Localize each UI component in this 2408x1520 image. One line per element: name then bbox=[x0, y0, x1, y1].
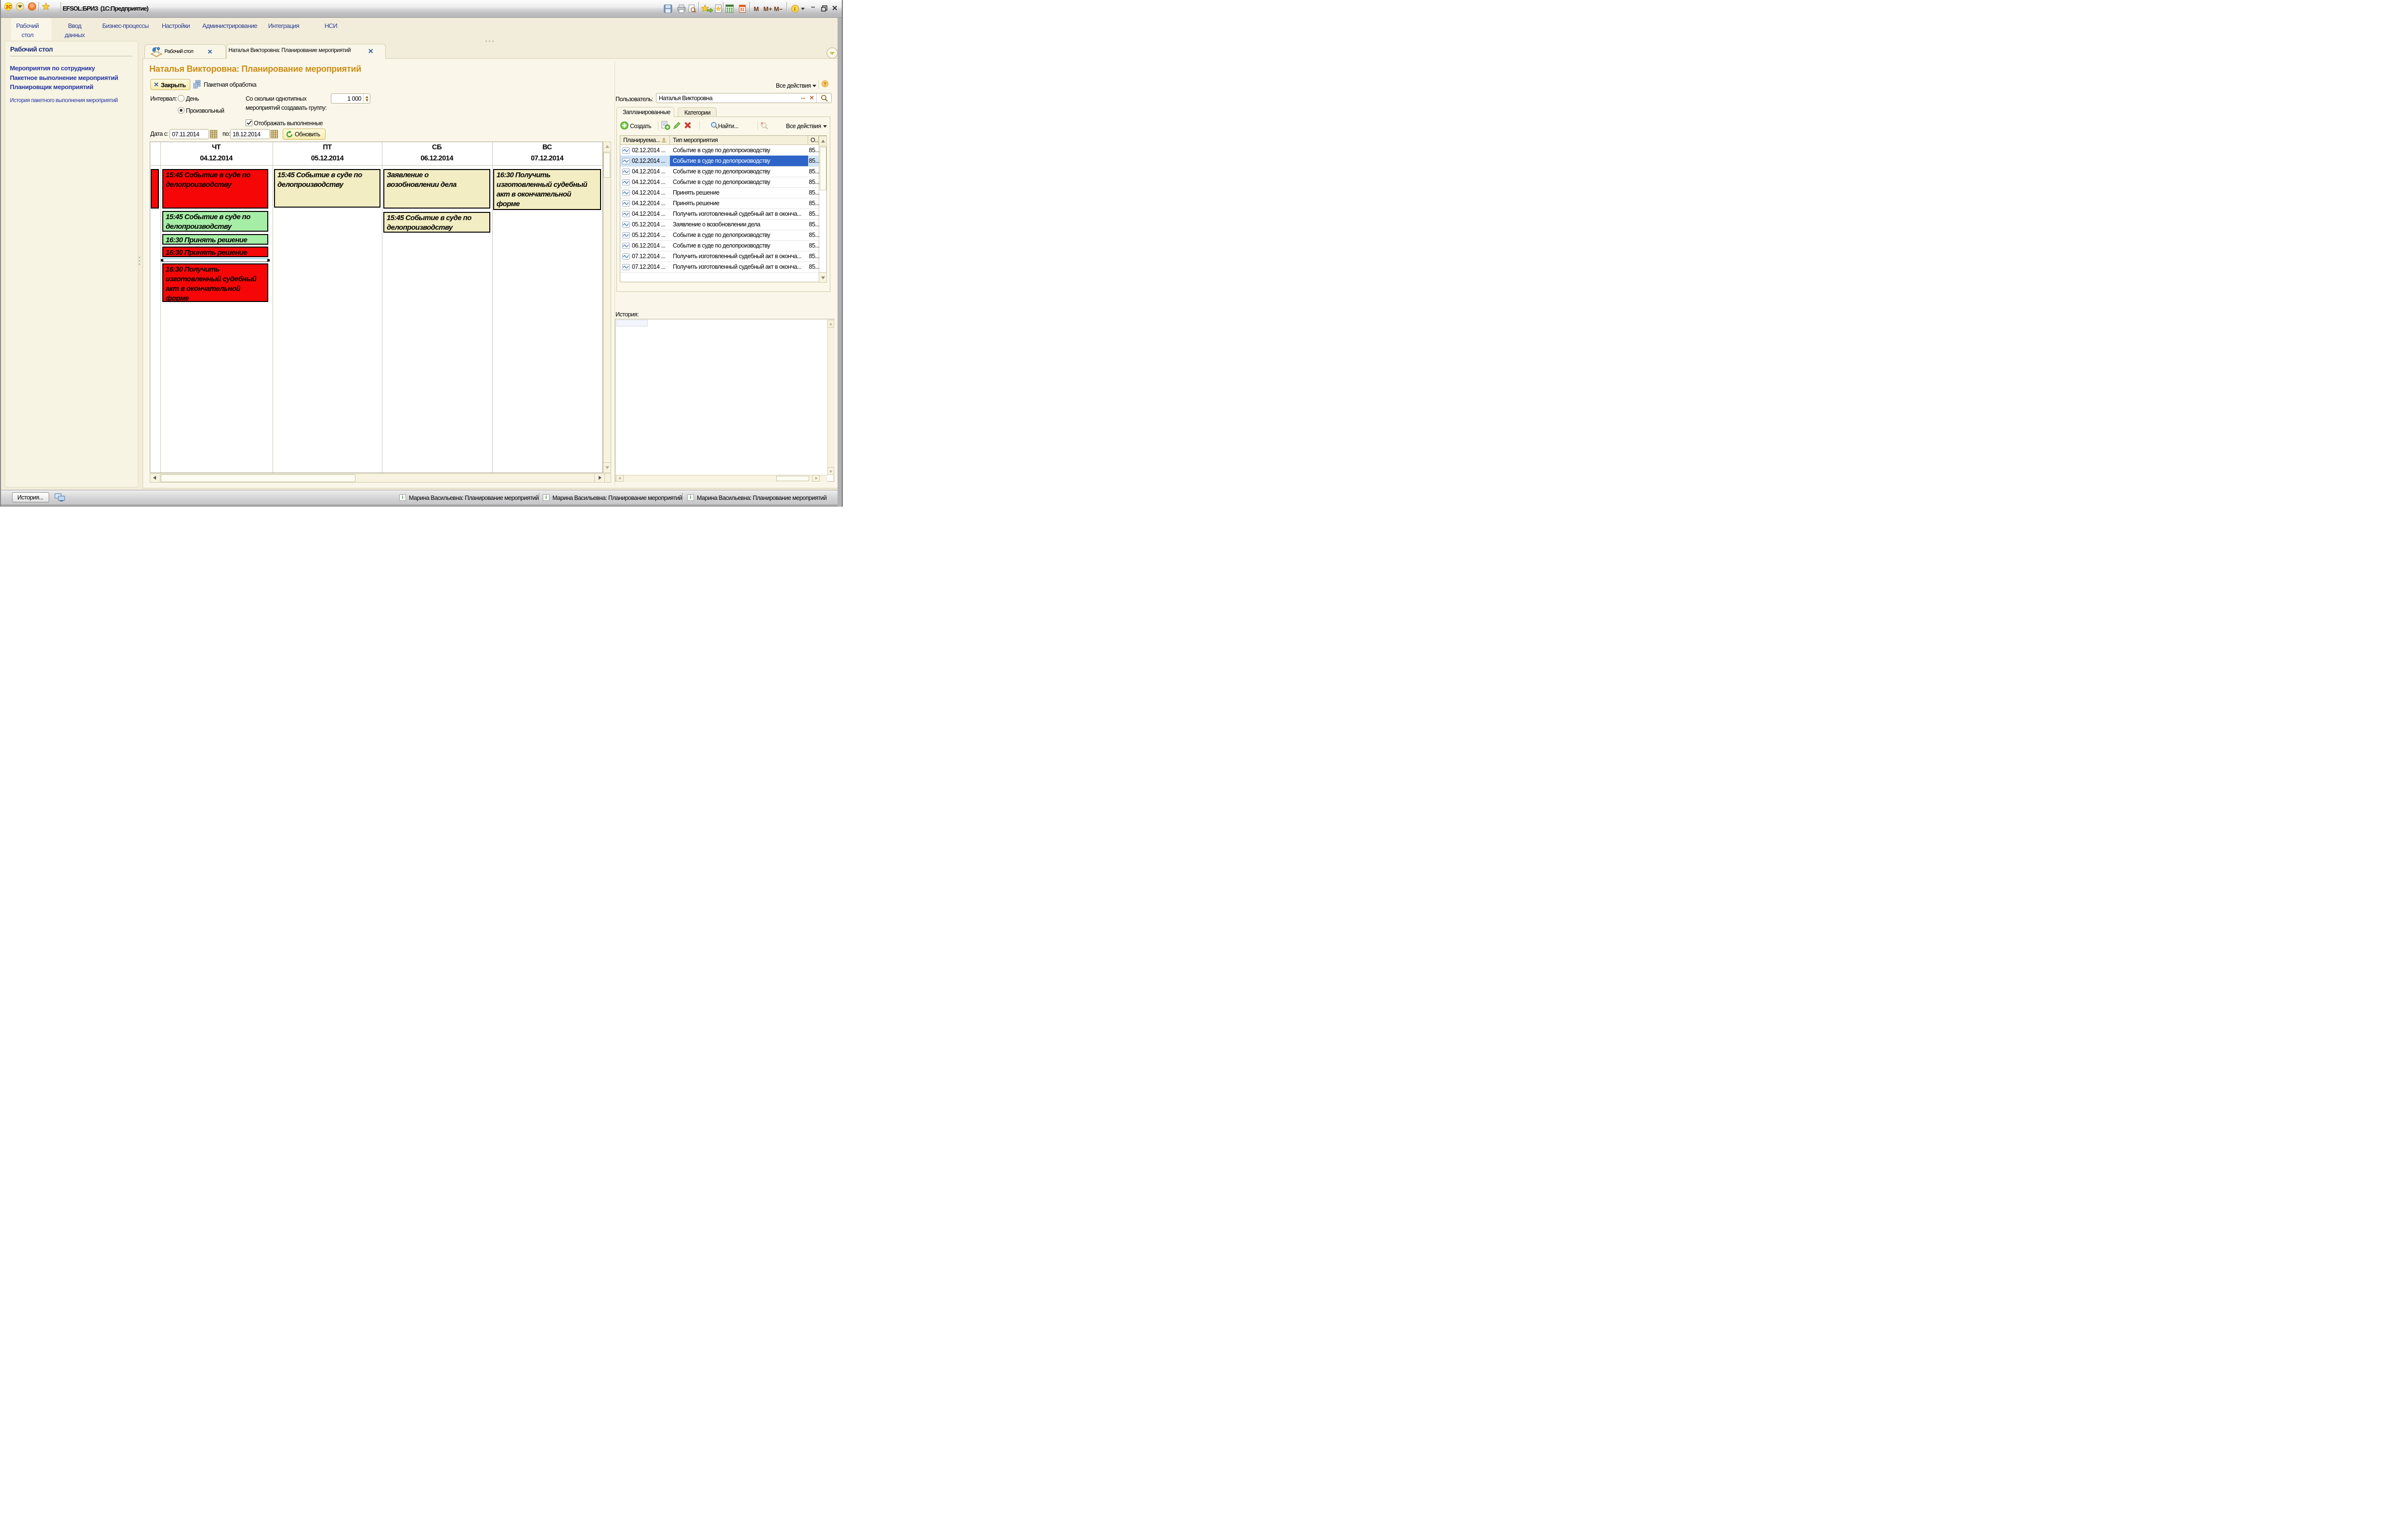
svg-text:1C: 1C bbox=[5, 5, 12, 10]
svg-text:?: ? bbox=[824, 82, 826, 87]
svg-text:i: i bbox=[794, 7, 796, 12]
svg-text:31: 31 bbox=[740, 8, 745, 12]
